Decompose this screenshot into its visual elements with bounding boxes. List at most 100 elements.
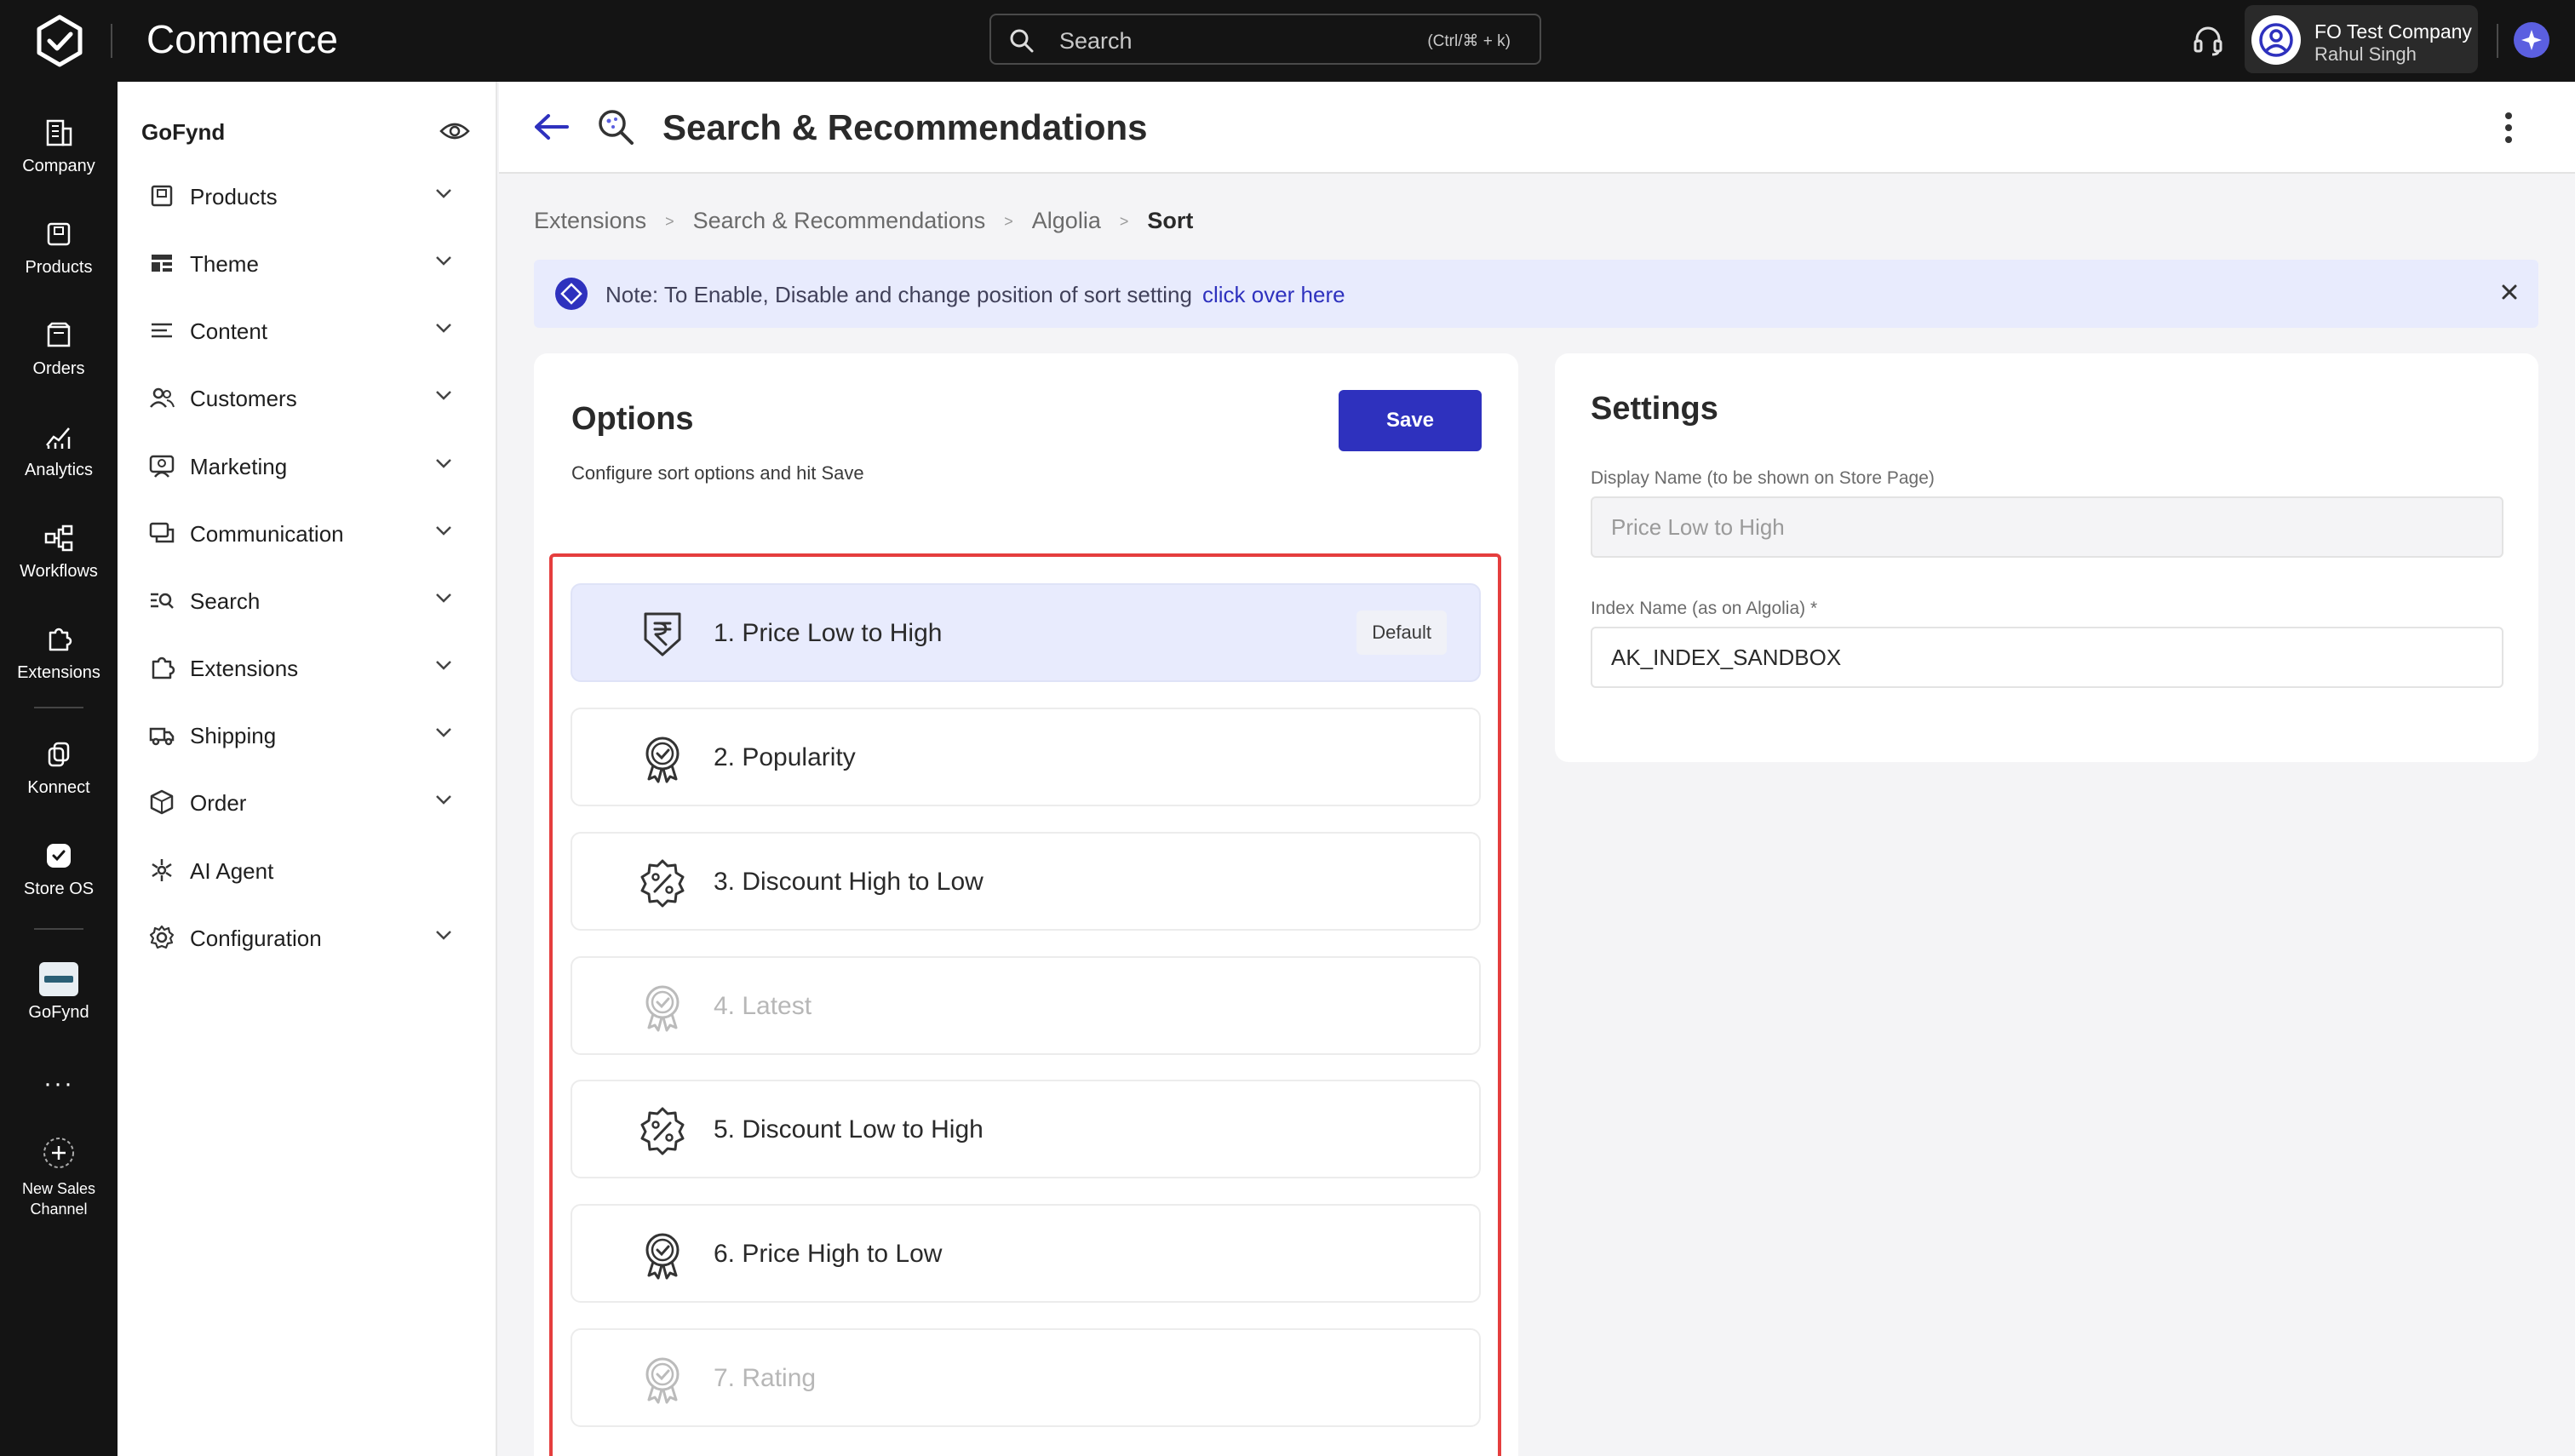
display-name-label: Display Name (to be shown on Store Page) bbox=[1591, 468, 1935, 488]
add-circle-icon bbox=[42, 1136, 76, 1170]
breadcrumb-current: Sort bbox=[1147, 208, 1194, 233]
global-search-input[interactable]: Search (Ctrl/⌘ + k) bbox=[989, 14, 1541, 65]
marketing-icon bbox=[148, 452, 175, 479]
search-placeholder: Search bbox=[1059, 28, 1133, 54]
sidenav-item-shipping[interactable]: Shipping bbox=[118, 709, 497, 760]
sidenav-item-marketing[interactable]: Marketing bbox=[118, 440, 497, 491]
sort-option-item[interactable]: 5. Discount Low to High bbox=[571, 1080, 1481, 1178]
ai-agent-icon bbox=[148, 857, 175, 884]
sidenav-item-customers[interactable]: Customers bbox=[118, 372, 497, 423]
sort-option-label: 6. Price High to Low bbox=[714, 1240, 943, 1268]
award-icon bbox=[637, 982, 688, 1033]
sidenav-item-extensions[interactable]: Extensions bbox=[118, 642, 497, 693]
note-text: Note: To Enable, Disable and change posi… bbox=[605, 282, 1192, 307]
save-button[interactable]: Save bbox=[1339, 390, 1482, 451]
chevron-down-icon bbox=[434, 187, 453, 199]
eye-icon[interactable] bbox=[439, 119, 470, 143]
rail-divider bbox=[34, 707, 83, 708]
rail-item-gofynd[interactable]: GoFynd bbox=[0, 962, 118, 1023]
user-menu[interactable]: FO Test Company Rahul Singh bbox=[2245, 5, 2478, 73]
sidenav-item-search[interactable]: Search bbox=[118, 575, 497, 626]
award-icon bbox=[637, 1354, 688, 1405]
chevron-down-icon bbox=[434, 659, 453, 671]
content-icon bbox=[148, 317, 175, 344]
rail-item-extensions[interactable]: Extensions bbox=[0, 622, 118, 683]
orders-icon bbox=[42, 318, 76, 353]
breadcrumb-item[interactable]: Search & Recommendations bbox=[693, 208, 986, 233]
side-nav: GoFynd Products Theme Content Customers … bbox=[118, 82, 497, 1456]
top-divider bbox=[111, 24, 112, 58]
gear-icon bbox=[148, 924, 175, 951]
index-name-label: Index Name (as on Algolia) * bbox=[1591, 599, 1818, 618]
rail-more-button[interactable]: ··· bbox=[0, 1063, 118, 1098]
sales-channel-title: GoFynd bbox=[141, 119, 226, 145]
index-name-input[interactable] bbox=[1591, 627, 2503, 688]
theme-icon bbox=[148, 249, 175, 277]
breadcrumb-item[interactable]: Extensions bbox=[534, 208, 646, 233]
rail-item-analytics[interactable]: Analytics bbox=[0, 420, 118, 480]
building-icon bbox=[42, 116, 76, 150]
rail-new-sales-channel[interactable]: New Sales Channel bbox=[0, 1136, 118, 1219]
chevron-down-icon bbox=[434, 726, 453, 738]
chevron-down-icon bbox=[434, 592, 453, 604]
konnect-icon bbox=[42, 737, 76, 771]
sidenav-item-order[interactable]: Order bbox=[118, 777, 497, 828]
display-name-input[interactable] bbox=[1591, 496, 2503, 558]
sidenav-item-products[interactable]: Products bbox=[118, 170, 497, 221]
sort-option-item[interactable]: 1. Price Low to High Default bbox=[571, 583, 1481, 682]
chevron-down-icon bbox=[434, 929, 453, 941]
customers-icon bbox=[148, 384, 175, 411]
app-title: Commerce bbox=[146, 17, 338, 61]
sidenav-item-communication[interactable]: Communication bbox=[118, 507, 497, 559]
sidenav-item-ai-agent[interactable]: AI Agent bbox=[118, 845, 497, 896]
sort-option-item[interactable]: 7. Rating bbox=[571, 1328, 1481, 1427]
more-icon: ··· bbox=[43, 1069, 74, 1098]
page-title: Search & Recommendations bbox=[662, 107, 1148, 147]
rail-item-company[interactable]: Company bbox=[0, 116, 118, 176]
settings-title: Settings bbox=[1591, 391, 1718, 427]
top-divider bbox=[2497, 24, 2498, 58]
store-os-icon bbox=[42, 839, 76, 873]
brand-logo-icon[interactable] bbox=[32, 14, 87, 68]
back-arrow-icon[interactable] bbox=[533, 112, 571, 141]
breadcrumb-item[interactable]: Algolia bbox=[1032, 208, 1101, 233]
sort-option-label: 7. Rating bbox=[714, 1364, 817, 1392]
sort-option-item[interactable]: 6. Price High to Low bbox=[571, 1204, 1481, 1303]
rupee-down-icon bbox=[637, 609, 688, 660]
sidenav-item-content[interactable]: Content bbox=[118, 305, 497, 356]
analytics-icon bbox=[42, 420, 76, 454]
search-icon bbox=[1008, 27, 1035, 54]
chevron-down-icon bbox=[434, 322, 453, 334]
rail-item-products[interactable]: Products bbox=[0, 217, 118, 278]
sort-option-item[interactable]: 3. Discount High to Low bbox=[571, 832, 1481, 931]
cube-icon bbox=[148, 788, 175, 816]
rail-item-orders[interactable]: Orders bbox=[0, 318, 118, 379]
search-list-icon bbox=[148, 587, 175, 614]
settings-card: Settings Display Name (to be shown on St… bbox=[1555, 353, 2538, 762]
ai-sparkle-button[interactable] bbox=[2514, 22, 2549, 58]
default-badge: Default bbox=[1356, 610, 1447, 655]
sort-option-item[interactable]: 2. Popularity bbox=[571, 708, 1481, 806]
rail-divider bbox=[34, 928, 83, 930]
note-link[interactable]: click over here bbox=[1202, 282, 1345, 307]
close-icon[interactable] bbox=[2499, 282, 2520, 302]
options-title: Options bbox=[571, 401, 694, 437]
breadcrumb: Extensions > Search & Recommendations > Algo… bbox=[534, 208, 1193, 234]
gofynd-thumbnail bbox=[39, 962, 78, 996]
rail-item-konnect[interactable]: Konnect bbox=[0, 737, 118, 798]
chevron-down-icon bbox=[434, 255, 453, 267]
headset-icon[interactable] bbox=[2190, 22, 2226, 58]
rail-item-workflows[interactable]: Workflows bbox=[0, 521, 118, 582]
rail-item-store-os[interactable]: Store OS bbox=[0, 839, 118, 899]
kebab-menu-icon[interactable] bbox=[2503, 111, 2514, 145]
chevron-down-icon bbox=[434, 457, 453, 469]
breadcrumb-separator: > bbox=[1119, 213, 1129, 230]
search-shortcut: (Ctrl/⌘ + k) bbox=[1427, 32, 1511, 50]
sidenav-item-theme[interactable]: Theme bbox=[118, 238, 497, 289]
box-icon bbox=[42, 217, 76, 251]
sort-option-label: 2. Popularity bbox=[714, 743, 856, 771]
sort-option-item[interactable]: 4. Latest bbox=[571, 956, 1481, 1055]
user-avatar-icon bbox=[2251, 15, 2301, 65]
award-icon bbox=[637, 1230, 688, 1281]
sidenav-item-configuration[interactable]: Configuration bbox=[118, 912, 497, 963]
